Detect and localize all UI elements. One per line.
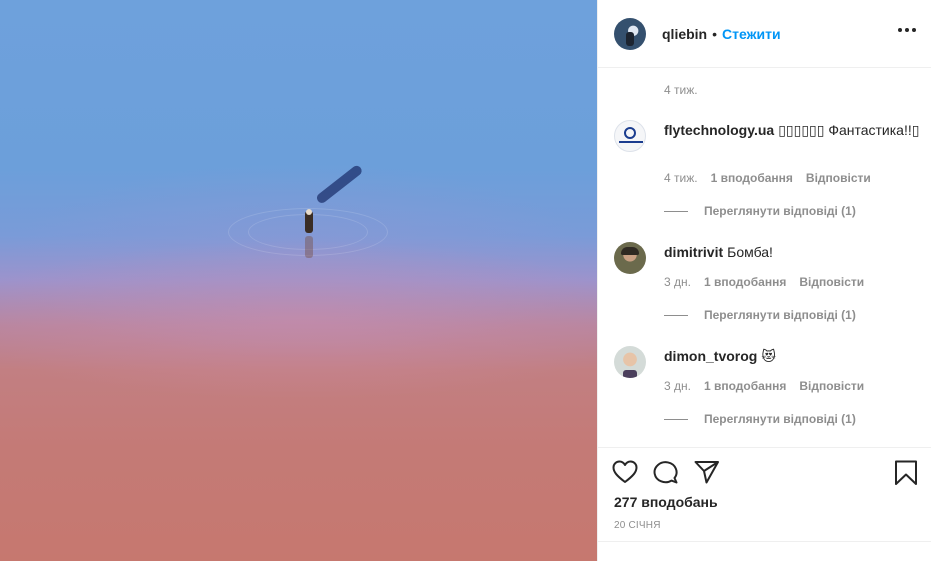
reply-button[interactable]: Відповісти: [799, 275, 864, 289]
comment-meta: 3 дн. 1 вподобання Відповісти: [664, 379, 877, 393]
replies-divider: [664, 418, 688, 420]
flytechnology-logo-icon[interactable]: [614, 120, 646, 152]
comment-text: ▯▯▯▯▯▯ Фантастика!!▯: [778, 122, 920, 138]
replies-divider: [664, 314, 688, 316]
caption-time-label: 4 тиж.: [664, 83, 698, 97]
photo-pink-haze: [0, 240, 597, 400]
view-replies-label: Переглянути відповіді (1): [704, 412, 856, 426]
comment-body: dimitrivit Бомба!: [664, 242, 924, 262]
comment-username[interactable]: dimitrivit: [664, 244, 723, 260]
post-actions: 277 вподобань 20 січня: [598, 447, 931, 542]
share-icon[interactable]: [694, 460, 720, 489]
comment-time[interactable]: 3 дн.: [664, 275, 691, 289]
heart-icon[interactable]: [612, 460, 638, 489]
reply-button[interactable]: Відповісти: [806, 171, 871, 185]
view-replies-button[interactable]: Переглянути відповіді (1): [664, 204, 856, 218]
comments-list[interactable]: 4 тиж. flytechnology.ua ▯▯▯▯▯▯ Фантастика…: [598, 69, 931, 447]
view-replies-button[interactable]: Переглянути відповіді (1): [664, 308, 856, 322]
comment-body: dimon_tvorog 😻: [664, 346, 924, 366]
replies-divider: [664, 210, 688, 212]
author-username[interactable]: qliebin: [662, 26, 707, 42]
follow-button[interactable]: Стежити: [722, 26, 781, 42]
bookmark-icon[interactable]: [894, 460, 918, 491]
view-replies-label: Переглянути відповіді (1): [704, 308, 856, 322]
comment-username[interactable]: flytechnology.ua: [664, 122, 774, 138]
more-options-icon[interactable]: [896, 24, 918, 36]
person-shadow: [314, 163, 364, 205]
panel-bottom-divider: [598, 541, 931, 542]
comment-text: 😻: [761, 348, 776, 364]
comment-meta: 4 тиж. 1 вподобання Відповісти: [664, 171, 884, 185]
post-side-panel: qliebin • Стежити 4 тиж. flytechnology.u…: [597, 0, 931, 561]
caption-time: 4 тиж.: [664, 83, 711, 97]
comment-text: Бомба!: [727, 244, 773, 260]
comment-icon[interactable]: [653, 460, 679, 489]
view-replies-label: Переглянути відповіді (1): [704, 204, 856, 218]
post-photo[interactable]: [0, 0, 597, 561]
comment-likes[interactable]: 1 вподобання: [711, 171, 793, 185]
person-reflection: [305, 236, 313, 258]
comment-time[interactable]: 3 дн.: [664, 379, 691, 393]
comment-likes[interactable]: 1 вподобання: [704, 275, 786, 289]
comment-likes[interactable]: 1 вподобання: [704, 379, 786, 393]
user-avatar-icon[interactable]: [614, 346, 646, 378]
wading-person-head: [306, 209, 312, 215]
post-header: qliebin • Стежити: [598, 0, 931, 68]
view-replies-button[interactable]: Переглянути відповіді (1): [664, 412, 856, 426]
comment-time[interactable]: 4 тиж.: [664, 171, 698, 185]
header-separator: •: [712, 25, 718, 42]
post-date[interactable]: 20 січня: [614, 520, 661, 531]
comment-body: flytechnology.ua ▯▯▯▯▯▯ Фантастика!!▯: [664, 120, 924, 140]
comment-meta: 3 дн. 1 вподобання Відповісти: [664, 275, 877, 289]
user-avatar-icon[interactable]: [614, 242, 646, 274]
author-avatar[interactable]: [614, 17, 646, 50]
likes-count[interactable]: 277 вподобань: [614, 494, 718, 510]
reply-button[interactable]: Відповісти: [799, 379, 864, 393]
comment-username[interactable]: dimon_tvorog: [664, 348, 757, 364]
